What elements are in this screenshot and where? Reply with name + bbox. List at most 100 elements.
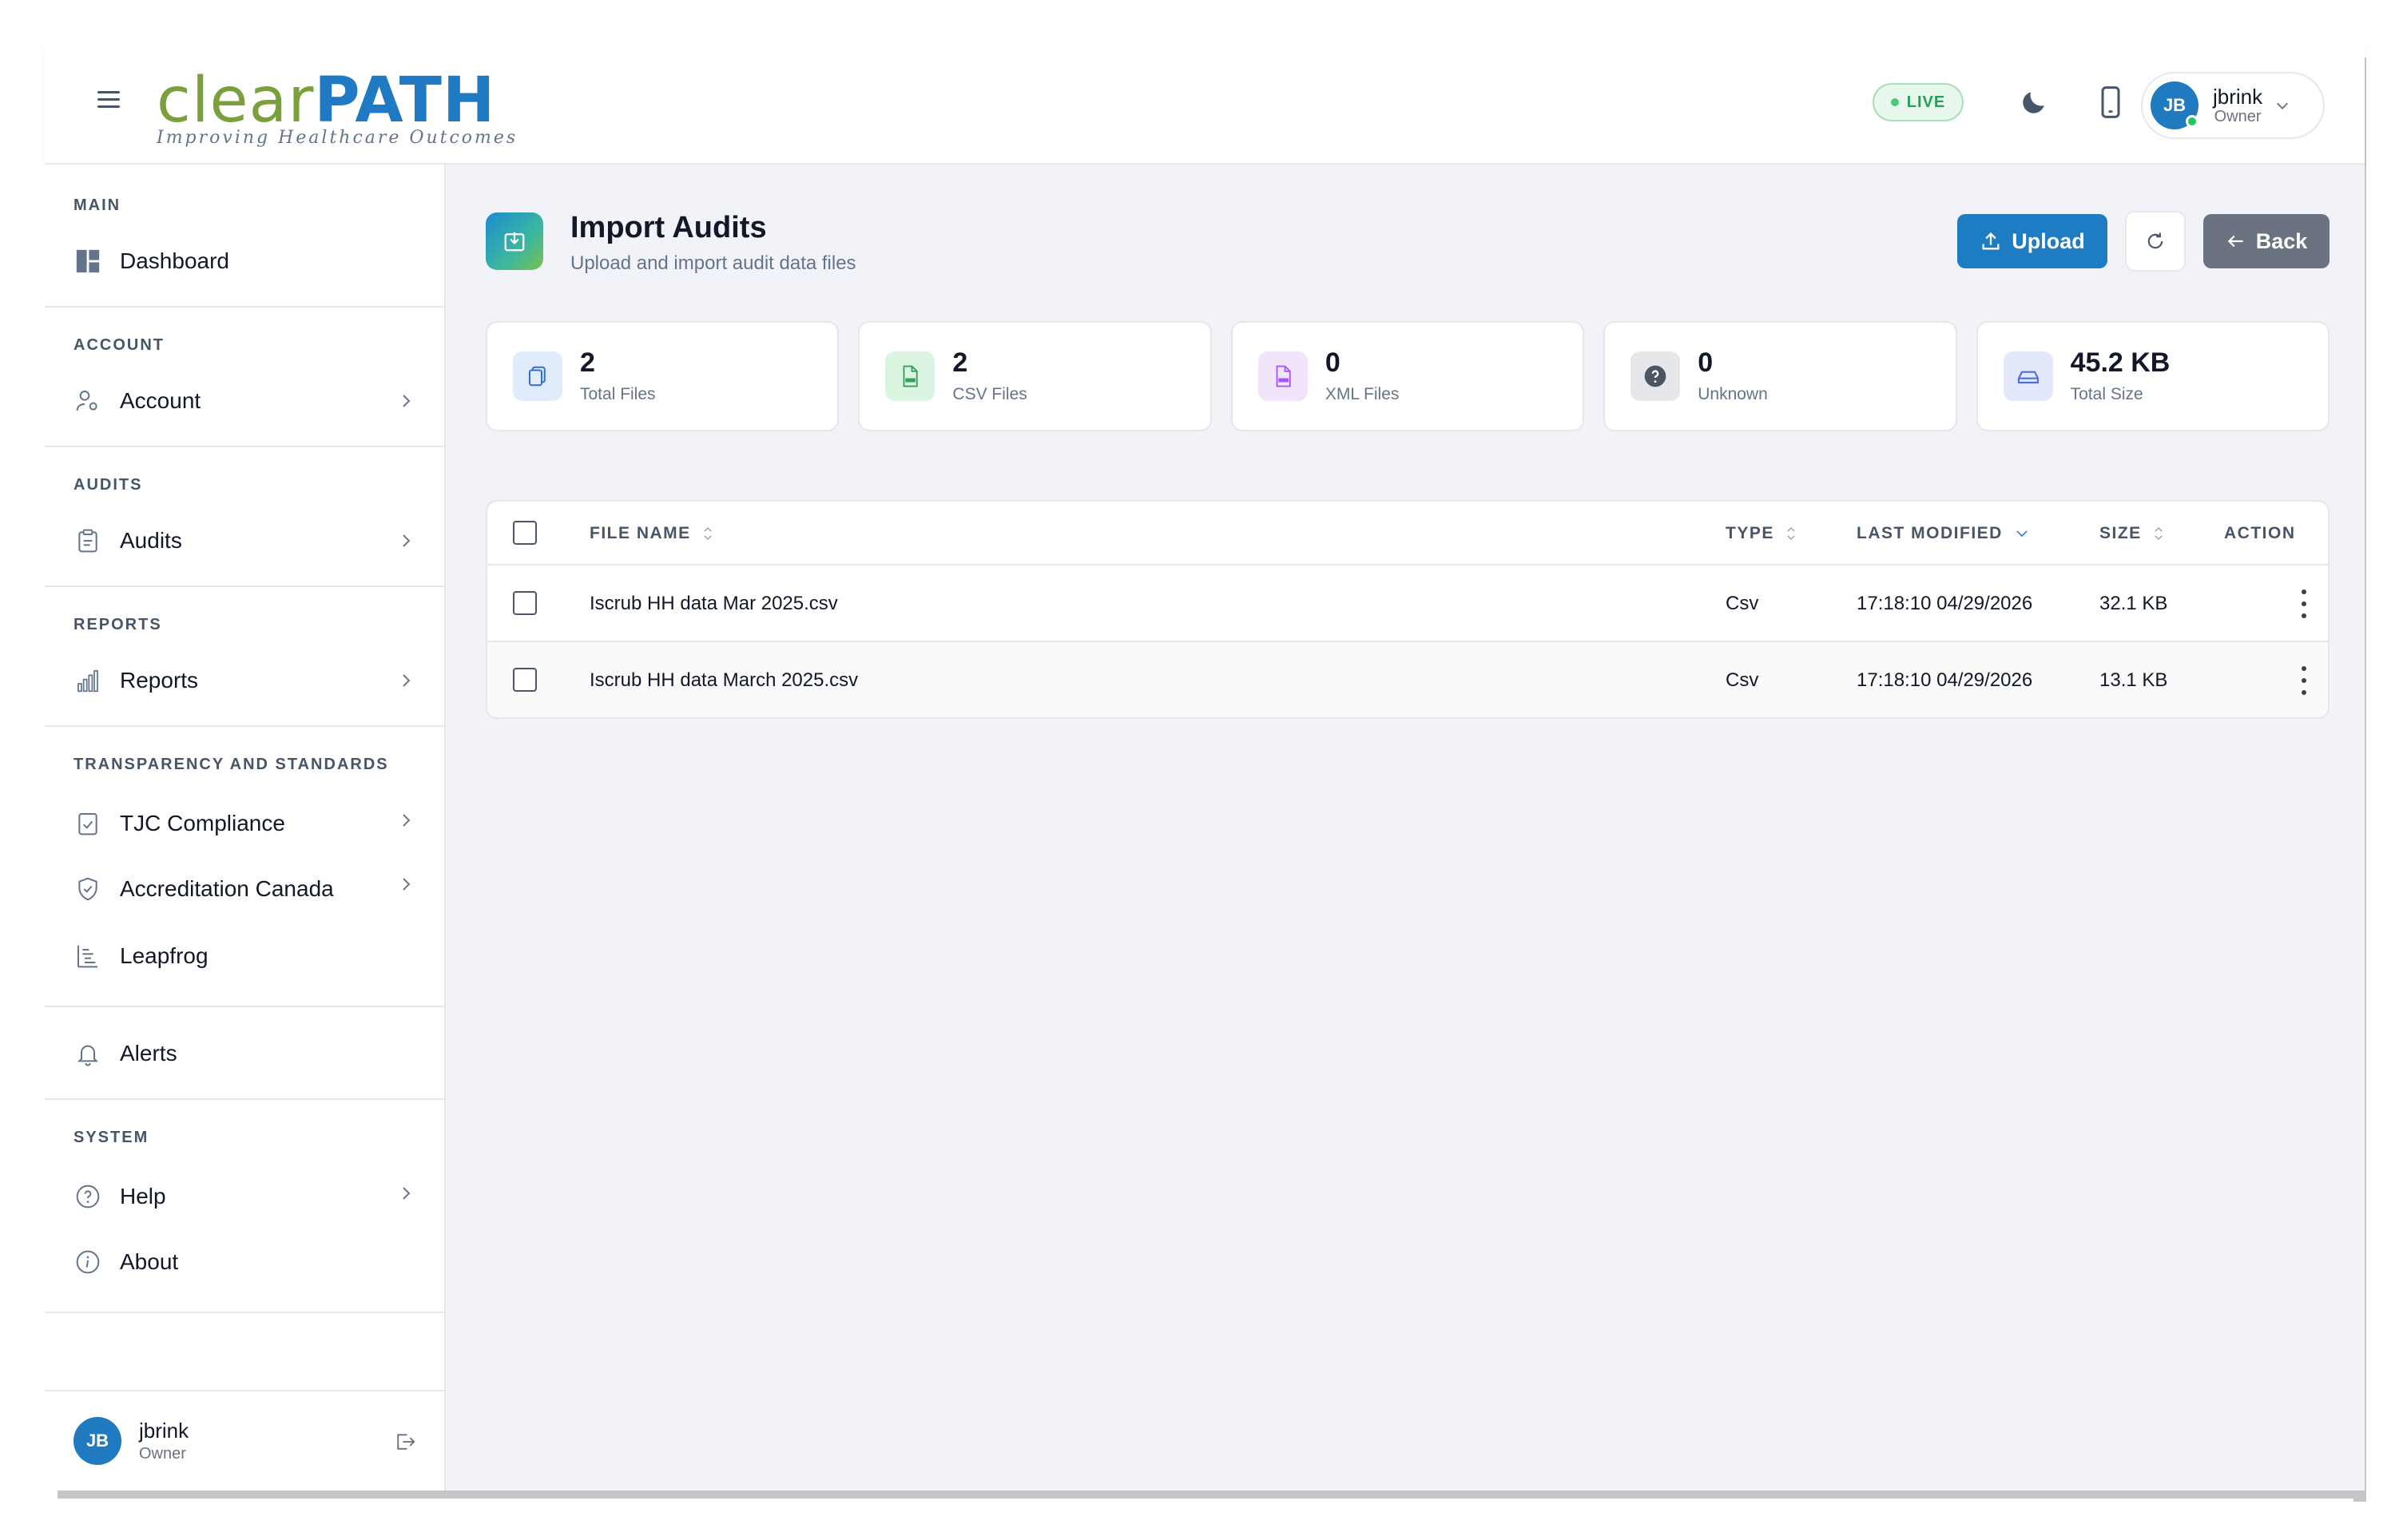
stat-card-total-files: 2 Total Files xyxy=(486,321,840,431)
file-type-cell: Csv xyxy=(1726,593,1759,614)
table-row[interactable]: Iscrub HH data March 2025.csv Csv 17:18:… xyxy=(487,642,2328,717)
sort-icon xyxy=(704,526,712,541)
user-settings-icon xyxy=(73,387,102,415)
menu-toggle-icon[interactable] xyxy=(97,91,120,109)
chevron-right-icon xyxy=(403,534,411,547)
more-vertical-icon[interactable] xyxy=(2301,666,2307,695)
select-all-checkbox[interactable] xyxy=(513,521,537,545)
app-window: clearPATH Improving Healthcare Outcomes … xyxy=(45,45,2365,1490)
sidebar-item-account[interactable]: Account xyxy=(45,372,444,430)
stats-row: 2 Total Files 2 CSV Files 0 XML Files 0 … xyxy=(486,321,2330,431)
sidebar-item-label: Accreditation Canada xyxy=(120,876,334,901)
sidebar-section-main: MAIN Dashboard xyxy=(45,165,444,308)
stat-label: Total Files xyxy=(580,384,656,403)
back-button[interactable]: Back xyxy=(2203,214,2330,268)
back-button-label: Back xyxy=(2255,228,2308,253)
sidebar-item-alerts[interactable]: Alerts xyxy=(45,1025,444,1082)
top-header: clearPATH Improving Healthcare Outcomes … xyxy=(45,45,2365,165)
upload-button[interactable]: Upload xyxy=(1957,214,2107,268)
chevron-right-icon xyxy=(403,814,411,827)
table-row[interactable]: Iscrub HH data Mar 2025.csv Csv 17:18:10… xyxy=(487,566,2328,642)
clipboard-check-icon xyxy=(73,809,102,838)
user-menu[interactable]: JB jbrink Owner xyxy=(2141,72,2325,139)
section-title-main: MAIN xyxy=(73,196,121,214)
import-icon xyxy=(486,212,543,270)
logo-tagline: Improving Healthcare Outcomes xyxy=(157,128,518,148)
sidebar-item-accreditation-canada[interactable]: Accreditation Canada xyxy=(45,855,444,923)
row-checkbox[interactable] xyxy=(513,668,537,692)
sidebar-item-tjc-compliance[interactable]: TJC Compliance xyxy=(45,792,444,855)
sidebar-section-reports: REPORTS Reports xyxy=(45,587,444,727)
table-header: FILE NAME TYPE LAST MODIFIED SIZE ACTION xyxy=(487,502,2328,566)
phone-icon xyxy=(2101,86,2120,118)
column-label: LAST MODIFIED xyxy=(1857,524,2003,542)
sidebar-item-audits[interactable]: Audits xyxy=(45,512,444,570)
column-header-file-name[interactable]: FILE NAME xyxy=(590,524,713,543)
chevron-right-icon xyxy=(403,1187,411,1200)
sidebar-item-label: Dashboard xyxy=(120,248,229,273)
clipboard-icon xyxy=(73,526,102,555)
column-label: ACTION xyxy=(2224,524,2296,542)
page-subtitle: Upload and import audit data files xyxy=(570,252,856,274)
upload-button-label: Upload xyxy=(2012,228,2085,253)
list-tree-icon xyxy=(73,942,102,970)
stat-label: Unknown xyxy=(1698,384,1768,403)
sidebar-item-reports[interactable]: Reports xyxy=(45,652,444,709)
column-header-action: ACTION xyxy=(2224,524,2296,543)
mobile-view-toggle[interactable] xyxy=(2088,80,2133,125)
sidebar-item-about[interactable]: About xyxy=(45,1228,444,1296)
size-cell: 13.1 KB xyxy=(2099,669,2168,691)
column-header-type[interactable]: TYPE xyxy=(1726,524,1797,543)
column-header-last-modified[interactable]: LAST MODIFIED xyxy=(1857,524,2030,543)
sidebar-item-leapfrog[interactable]: Leapfrog xyxy=(45,923,444,990)
section-title-account: ACCOUNT xyxy=(73,336,165,354)
logout-icon[interactable] xyxy=(393,1430,417,1454)
sidebar-section-transparency: TRANSPARENCY AND STANDARDS TJC Complianc… xyxy=(45,727,444,1007)
dark-mode-toggle[interactable] xyxy=(2012,80,2056,125)
clearpath-logo[interactable]: clearPATH Improving Healthcare Outcomes xyxy=(157,69,518,148)
stat-label: CSV Files xyxy=(952,384,1027,403)
arrow-left-icon xyxy=(2227,235,2243,248)
stat-card-csv-files: 2 CSV Files xyxy=(858,321,1212,431)
refresh-button[interactable] xyxy=(2125,211,2186,272)
avatar-initials: JB xyxy=(85,1431,109,1451)
files-icon xyxy=(513,351,562,401)
row-checkbox[interactable] xyxy=(513,591,537,615)
xml-file-icon xyxy=(1257,351,1308,401)
sidebar-item-label: About xyxy=(120,1249,179,1274)
size-cell: 32.1 KB xyxy=(2099,593,2168,614)
chevron-right-icon xyxy=(403,878,411,891)
sort-descending-icon xyxy=(2016,530,2028,538)
sidebar-item-help[interactable]: Help xyxy=(45,1165,444,1228)
section-title-reports: REPORTS xyxy=(73,616,162,633)
sidebar-section-alerts: Alerts xyxy=(45,1007,444,1100)
column-header-size[interactable]: SIZE xyxy=(2099,524,2164,543)
sort-icon xyxy=(1787,526,1795,541)
user-role: Owner xyxy=(2214,108,2262,126)
section-title-system: SYSTEM xyxy=(73,1129,149,1146)
main-content: Import Audits Upload and import audit da… xyxy=(446,165,2365,1490)
page-title: Import Audits xyxy=(570,211,767,244)
upload-icon xyxy=(1982,232,2000,250)
bell-icon xyxy=(73,1039,102,1068)
info-icon xyxy=(73,1248,102,1276)
live-dot-icon xyxy=(1890,98,1899,106)
chevron-down-icon xyxy=(2277,102,2289,109)
stat-value: 0 xyxy=(1698,347,1714,379)
stat-label: Total Size xyxy=(2070,384,2143,403)
sidebar-section-audits: AUDITS Audits xyxy=(45,447,444,587)
sidebar-item-label: Leapfrog xyxy=(120,943,209,968)
question-circle-icon xyxy=(1630,351,1681,401)
sidebar-item-label: Account xyxy=(120,388,201,413)
stat-card-unknown: 0 Unknown xyxy=(1603,321,1957,431)
sidebar-item-label: Alerts xyxy=(120,1041,177,1066)
more-vertical-icon[interactable] xyxy=(2301,589,2307,618)
shield-check-icon xyxy=(73,875,102,903)
sidebar-item-dashboard[interactable]: Dashboard xyxy=(45,232,444,290)
column-label: TYPE xyxy=(1726,524,1774,542)
sidebar-item-label: TJC Compliance xyxy=(120,811,285,835)
sidebar-section-account: ACCOUNT Account xyxy=(45,308,444,447)
footer-user-name: jbrink xyxy=(139,1419,189,1443)
sidebar-user-footer: JB jbrink Owner xyxy=(45,1390,444,1490)
stat-value: 2 xyxy=(580,347,595,379)
